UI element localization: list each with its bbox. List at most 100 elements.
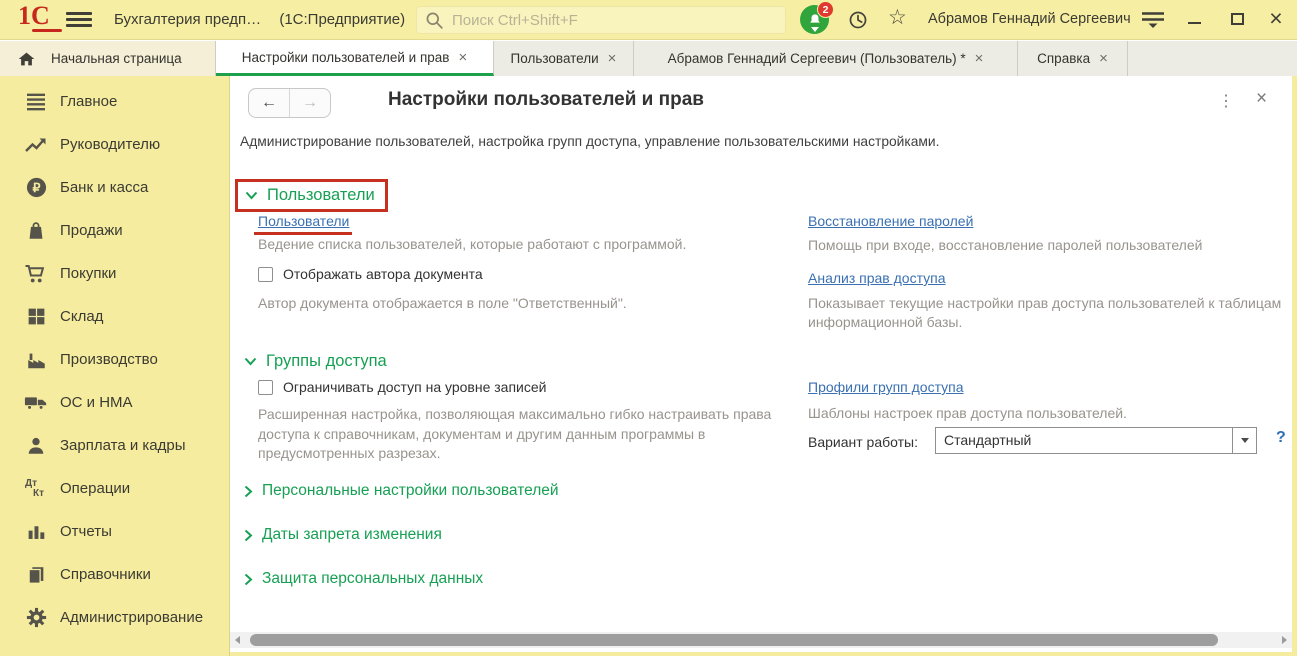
section-access-groups-header[interactable]: Группы доступа: [244, 352, 387, 371]
window-minimize-button[interactable]: [1184, 8, 1206, 30]
main-menu-icon[interactable]: [66, 12, 92, 28]
access-group-profiles-link[interactable]: Профили групп доступа: [808, 379, 964, 395]
tab-close-icon[interactable]: ×: [608, 50, 617, 67]
service-menu-button[interactable]: [1140, 11, 1166, 34]
nav-history-buttons: ← →: [248, 88, 331, 118]
window-close-button[interactable]: ×: [1264, 5, 1288, 31]
global-search[interactable]: [416, 6, 786, 34]
section-title: Персональные настройки пользователей: [262, 482, 559, 500]
red-annotation-underline: [254, 232, 352, 235]
sidebar-item-fixed-assets[interactable]: ОС и НМА: [0, 381, 229, 424]
gear-icon: [24, 606, 48, 630]
close-icon: ×: [1256, 88, 1267, 109]
1c-logo-swash: [32, 29, 62, 32]
chevron-down-icon: [245, 191, 258, 200]
search-input[interactable]: [452, 12, 777, 29]
maximize-icon: [1231, 13, 1244, 25]
tab-home-page[interactable]: Начальная страница: [0, 41, 216, 76]
books-icon: [24, 563, 48, 587]
sidebar-item-operations[interactable]: Дт Кт Операции: [0, 467, 229, 510]
show-author-checkbox[interactable]: [258, 267, 273, 282]
main-content: ← → Настройки пользователей и прав ⋮ × А…: [230, 76, 1297, 656]
home-icon: [18, 51, 35, 67]
person-icon: [24, 434, 48, 458]
tab-label: Справка: [1037, 51, 1090, 66]
sidebar-item-purchases[interactable]: Покупки: [0, 252, 229, 295]
password-recovery-link[interactable]: Восстановление паролей: [808, 213, 973, 229]
users-hint: Ведение списка пользователей, которые ра…: [258, 236, 686, 252]
restrict-access-checkbox[interactable]: [258, 380, 273, 395]
dropdown-button[interactable]: [1232, 428, 1256, 453]
more-actions-button[interactable]: ⋮: [1218, 91, 1234, 111]
notifications-button[interactable]: 2: [800, 4, 832, 36]
tab-user-rights-settings[interactable]: Настройки пользователей и прав ×: [216, 41, 494, 76]
sidebar-item-warehouse[interactable]: Склад: [0, 295, 229, 338]
tab-bar: Начальная страница Настройки пользовател…: [0, 41, 1297, 76]
chevron-down-icon: [1241, 438, 1249, 443]
section-restriction-dates-header[interactable]: Даты запрета изменения: [244, 526, 442, 544]
sections-panel: Главное Руководителю ₽ Банк и касса Прод…: [0, 76, 230, 656]
tab-label: Абрамов Геннадий Сергеевич (Пользователь…: [668, 51, 966, 66]
back-button[interactable]: ←: [249, 89, 290, 117]
1c-logo[interactable]: 1С: [18, 3, 62, 37]
profiles-hint: Шаблоны настроек прав доступа пользовате…: [808, 405, 1127, 421]
restrict-access-checkbox-row[interactable]: Ограничивать доступ на уровне записей: [258, 379, 546, 395]
page-description: Администрирование пользователей, настрой…: [240, 134, 939, 149]
chevron-right-icon: [244, 485, 253, 498]
title-bar: 1С Бухгалтерия предп… (1С:Предприятие) 2: [0, 0, 1297, 40]
sidebar-item-sales[interactable]: Продажи: [0, 209, 229, 252]
section-personal-settings-header[interactable]: Персональные настройки пользователей: [244, 482, 559, 500]
close-icon: ×: [1269, 5, 1282, 31]
show-author-checkbox-row[interactable]: Отображать автора документа: [258, 266, 483, 282]
access-analysis-link[interactable]: Анализ прав доступа: [808, 270, 946, 286]
scroll-left-icon[interactable]: [235, 636, 240, 644]
section-users-header[interactable]: Пользователи: [235, 179, 388, 212]
form-close-button[interactable]: ×: [1256, 88, 1267, 110]
cart-icon: [24, 262, 48, 286]
scroll-right-icon[interactable]: [1282, 636, 1287, 644]
section-title: Защита персональных данных: [262, 570, 483, 588]
favorites-button[interactable]: ☆: [888, 6, 907, 30]
history-button[interactable]: [847, 9, 869, 36]
bar-chart-icon: [24, 520, 48, 544]
password-recovery-hint: Помощь при входе, восстановление паролей…: [808, 237, 1202, 253]
window-maximize-button[interactable]: [1227, 8, 1249, 30]
notification-badge: 2: [817, 1, 834, 18]
trend-icon: [24, 133, 48, 157]
tab-help[interactable]: Справка ×: [1018, 41, 1128, 76]
factory-icon: [24, 348, 48, 372]
app-title: Бухгалтерия предп… (1С:Предприятие): [114, 11, 405, 28]
sidebar-item-manager[interactable]: Руководителю: [0, 123, 229, 166]
search-icon: [425, 11, 444, 30]
chevron-right-icon: [244, 573, 253, 586]
sidebar-item-salary-hr[interactable]: Зарплата и кадры: [0, 424, 229, 467]
work-mode-select[interactable]: Стандартный: [935, 427, 1257, 454]
users-link[interactable]: Пользователи: [258, 213, 349, 229]
horizontal-scrollbar[interactable]: [230, 632, 1292, 648]
scrollbar-thumb[interactable]: [250, 634, 1218, 646]
checkbox-label: Ограничивать доступ на уровне записей: [283, 379, 546, 395]
sidebar-item-directories[interactable]: Справочники: [0, 553, 229, 596]
svg-text:₽: ₽: [32, 181, 40, 195]
help-button[interactable]: ?: [1276, 429, 1286, 447]
star-icon: ☆: [888, 6, 907, 29]
page-title: Настройки пользователей и прав: [388, 89, 704, 111]
sidebar-item-reports[interactable]: Отчеты: [0, 510, 229, 553]
section-personal-data-protection-header[interactable]: Защита персональных данных: [244, 570, 483, 588]
tab-close-icon[interactable]: ×: [1099, 50, 1108, 67]
tab-close-icon[interactable]: ×: [458, 49, 467, 66]
app-title-name: Бухгалтерия предп…: [114, 11, 261, 28]
sidebar-item-main[interactable]: Главное: [0, 80, 229, 123]
truck-icon: [24, 391, 48, 415]
sidebar-item-bank-cash[interactable]: ₽ Банк и касса: [0, 166, 229, 209]
tab-label: Начальная страница: [51, 51, 182, 66]
sidebar-item-administration[interactable]: Администрирование: [0, 596, 229, 639]
sidebar-item-production[interactable]: Производство: [0, 338, 229, 381]
forward-button[interactable]: →: [290, 89, 330, 117]
dt-kt-icon: Дт Кт: [24, 477, 48, 501]
tab-user-abramov[interactable]: Абрамов Геннадий Сергеевич (Пользователь…: [634, 41, 1018, 76]
tab-users[interactable]: Пользователи ×: [494, 41, 634, 76]
current-user-button[interactable]: Абрамов Геннадий Сергеевич: [928, 11, 1131, 27]
tab-close-icon[interactable]: ×: [975, 50, 984, 67]
warehouse-icon: [24, 305, 48, 329]
